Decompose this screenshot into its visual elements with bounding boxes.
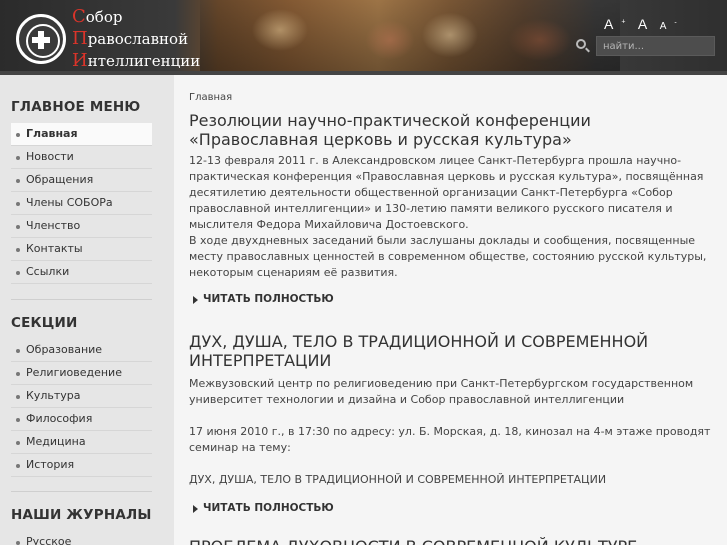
site-logo[interactable]: Собор Православной Интеллигенции <box>16 6 200 72</box>
article: Резолюции научно-практической конференци… <box>189 111 714 305</box>
search-input[interactable] <box>596 36 715 56</box>
font-decrease-button[interactable]: A- <box>660 20 677 32</box>
header-fresco-image <box>200 0 620 75</box>
font-size-controls: A + A A- <box>604 16 685 34</box>
article-paragraph: 17 июня 2010 г., в 17:30 по адресу: ул. … <box>189 425 711 454</box>
article: ДУХ, ДУША, ТЕЛО В ТРАДИЦИОННОЙ И СОВРЕМЕ… <box>189 332 714 514</box>
article-paragraph: 12-13 февраля 2011 г. в Александровском … <box>189 154 704 231</box>
article-paragraph: Межвузовский центр по религиоведению при… <box>189 377 694 406</box>
main-content: Главная Резолюции научно-практической ко… <box>174 75 727 545</box>
article-title[interactable]: ПРОБЛЕМА ДУХОВНОСТИ В СОВРЕМЕННОЙ КУЛЬТУ… <box>189 537 714 545</box>
menu-item-home[interactable]: Главная <box>11 123 152 146</box>
journal-item[interactable]: Русское самосознание <box>11 531 152 545</box>
main-menu-title: ГЛАВНОЕ МЕНЮ <box>11 99 141 115</box>
article-title[interactable]: ДУХ, ДУША, ТЕЛО В ТРАДИЦИОННОЙ И СОВРЕМЕ… <box>189 332 714 370</box>
section-item-philosophy[interactable]: Философия <box>11 408 152 431</box>
menu-item-membership[interactable]: Членство <box>11 215 152 238</box>
cross-logo-icon <box>16 14 66 64</box>
article-title[interactable]: Резолюции научно-практической конференци… <box>189 111 714 149</box>
logo-line: Православной <box>72 28 189 49</box>
sections-menu: Образование Религиоведение Культура Фило… <box>11 339 152 477</box>
sections-title: СЕКЦИИ <box>11 315 78 331</box>
main-menu: Главная Новости Обращения Члены СОБОРа Ч… <box>11 123 152 284</box>
article-paragraph: ДУХ, ДУША, ТЕЛО В ТРАДИЦИОННОЙ И СОВРЕМЕ… <box>189 473 607 486</box>
journals-title: НАШИ ЖУРНАЛЫ <box>11 507 152 523</box>
font-reset-button[interactable]: A <box>638 16 647 32</box>
section-item-culture[interactable]: Культура <box>11 385 152 408</box>
breadcrumb[interactable]: Главная <box>189 92 232 103</box>
menu-item-appeals[interactable]: Обращения <box>11 169 152 192</box>
sidebar-divider <box>11 491 152 492</box>
menu-item-links[interactable]: Ссылки <box>11 261 152 284</box>
font-increase-button[interactable]: A + <box>604 16 625 32</box>
menu-item-news[interactable]: Новости <box>11 146 152 169</box>
sidebar-divider <box>11 299 152 300</box>
logo-line: Собор <box>72 6 123 27</box>
article-paragraph: В ходе двухдневных заседаний были заслуш… <box>189 234 707 279</box>
journals-menu: Русское самосознание <box>11 531 152 545</box>
site-header: Собор Православной Интеллигенции A + A A- <box>0 0 727 75</box>
logo-text: Собор Православной Интеллигенции <box>72 6 200 72</box>
menu-item-members[interactable]: Члены СОБОРа <box>11 192 152 215</box>
logo-line: Интеллигенции <box>72 50 201 71</box>
read-more-link[interactable]: ЧИТАТЬ ПОЛНОСТЬЮ <box>189 502 714 514</box>
sidebar: ГЛАВНОЕ МЕНЮ Главная Новости Обращения Ч… <box>0 75 174 545</box>
section-item-history[interactable]: История <box>11 454 152 477</box>
article: ПРОБЛЕМА ДУХОВНОСТИ В СОВРЕМЕННОЙ КУЛЬТУ… <box>189 537 714 545</box>
section-item-education[interactable]: Образование <box>11 339 152 362</box>
section-item-religious-studies[interactable]: Религиоведение <box>11 362 152 385</box>
search-icon <box>576 39 586 49</box>
read-more-link[interactable]: ЧИТАТЬ ПОЛНОСТЬЮ <box>189 293 714 305</box>
menu-item-contacts[interactable]: Контакты <box>11 238 152 261</box>
section-item-medicine[interactable]: Медицина <box>11 431 152 454</box>
